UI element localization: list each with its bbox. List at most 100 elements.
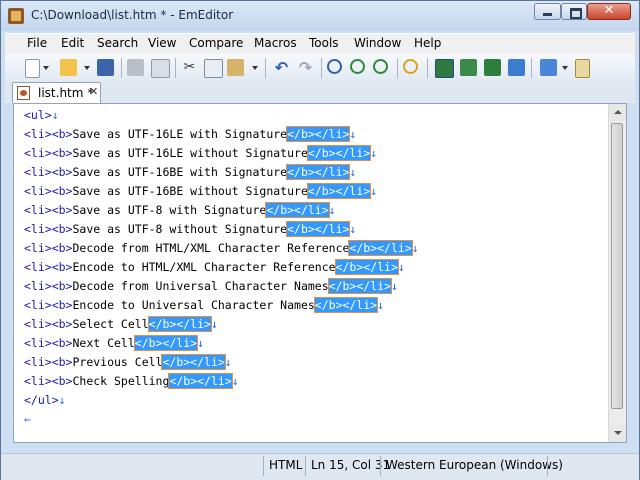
menu-tools[interactable]: Tools [309, 36, 339, 50]
selected-suffix: </b></li> [306, 145, 372, 161]
print-icon[interactable] [127, 59, 144, 76]
toolbar-separator [265, 58, 266, 78]
open-dropdown-icon[interactable] [84, 66, 90, 70]
menu-help[interactable]: Help [414, 36, 441, 50]
cut-icon[interactable]: ✂ [181, 59, 198, 76]
paste-dropdown-icon[interactable] [252, 66, 258, 70]
new-file-icon[interactable] [25, 59, 40, 78]
status-syntax[interactable]: HTML [269, 458, 302, 472]
paste-icon[interactable] [227, 59, 244, 76]
newline-mark: ↓ [58, 393, 66, 407]
close-tab-icon[interactable]: ✕ [89, 85, 98, 98]
app-icon[interactable] [8, 8, 24, 24]
selected-suffix: </b></li> [306, 183, 372, 199]
status-separator [380, 456, 381, 476]
customize-icon[interactable] [540, 59, 557, 76]
find-icon[interactable] [327, 59, 342, 74]
line-prefix: <li><b> [24, 203, 73, 217]
newline-mark: ↓ [390, 279, 398, 293]
menu-view[interactable]: View [148, 36, 176, 50]
newline-mark: ↓ [397, 260, 405, 274]
maximize-button[interactable] [561, 3, 587, 20]
newline-mark: ↓ [349, 222, 357, 236]
tab-bar: list.htm * ✕ [5, 82, 635, 103]
full-screen-icon[interactable] [508, 59, 525, 76]
editor-line[interactable]: <li><b>Save as UTF-16BE with Signature</… [24, 163, 419, 182]
properties-icon[interactable] [575, 59, 590, 78]
undo-icon[interactable]: ↶ [273, 59, 290, 76]
copy-icon[interactable] [204, 59, 223, 78]
close-button[interactable]: ✕ [587, 3, 631, 20]
find-previous-icon[interactable] [373, 59, 388, 74]
editor-line[interactable]: </ul>↓ [24, 391, 419, 410]
redo-icon[interactable]: ↷ [297, 59, 314, 76]
wrap-by-window-icon[interactable] [460, 59, 477, 76]
editor-line[interactable]: <li><b>Save as UTF-16LE without Signatur… [24, 144, 419, 163]
line-prefix: <li><b> [24, 222, 73, 236]
selected-suffix: </b></li> [133, 335, 199, 351]
newline-mark: ↓ [51, 108, 59, 122]
editor-line[interactable]: <li><b>Save as UTF-16BE without Signatur… [24, 182, 419, 201]
status-position[interactable]: Ln 15, Col 31 [311, 458, 390, 472]
word-wrap-icon[interactable] [435, 59, 454, 78]
editor-line[interactable]: <li><b>Next Cell</b></li>↓ [24, 334, 419, 353]
menu-file[interactable]: File [27, 36, 47, 50]
scrollbar-thumb[interactable] [611, 123, 623, 409]
customize-dropdown-icon[interactable] [562, 66, 568, 70]
menu-search[interactable]: Search [97, 36, 138, 50]
save-icon[interactable] [97, 59, 114, 76]
status-bar: HTML Ln 15, Col 31 Western European (Win… [1, 453, 639, 480]
menu-macros[interactable]: Macros [254, 36, 297, 50]
toolbar-separator [121, 58, 122, 78]
new-dropdown-icon[interactable] [43, 66, 49, 70]
html-file-icon [17, 86, 30, 100]
editor-line[interactable]: <li><b>Select Cell</b></li>↓ [24, 315, 419, 334]
toolbar-separator [427, 58, 428, 78]
wrap-by-page-icon[interactable] [484, 59, 501, 76]
newline-mark: ↓ [370, 184, 378, 198]
highlight-search-icon[interactable] [403, 59, 418, 74]
line-prefix: <li><b> [24, 127, 73, 141]
scroll-down-icon[interactable] [609, 425, 626, 442]
editor-line[interactable]: <li><b>Previous Cell</b></li>↓ [24, 353, 419, 372]
minimize-button[interactable] [534, 3, 561, 20]
print-preview-icon[interactable] [151, 59, 170, 78]
line-text: Select Cell [72, 317, 149, 331]
editor-line[interactable]: <ul>↓ [24, 106, 419, 125]
editor-line[interactable]: <li><b>Encode to HTML/XML Character Refe… [24, 258, 419, 277]
toolbar-separator [531, 58, 532, 78]
line-prefix: <li><b> [24, 241, 73, 255]
line-text: Save as UTF-16BE with Signature [72, 165, 288, 179]
editor-line[interactable]: ← [24, 410, 419, 429]
selected-suffix: </b></li> [168, 373, 233, 389]
toolbar-separator [397, 58, 398, 78]
line-prefix: <li><b> [24, 260, 73, 274]
status-encoding[interactable]: Western European (Windows) [386, 458, 563, 472]
editor-lines[interactable]: <ul>↓ <li><b>Save as UTF-16LE with Signat… [24, 106, 419, 429]
title-bar[interactable]: C:\Download\list.htm * - EmEditor ✕ [1, 1, 639, 31]
editor-line[interactable]: <li><b>Decode from HTML/XML Character Re… [24, 239, 419, 258]
newline-mark: ↓ [210, 317, 218, 331]
close-tag: </ul> [24, 393, 59, 407]
editor-line[interactable]: <li><b>Encode to Universal Character Nam… [24, 296, 419, 315]
text-editor[interactable]: <ul>↓ <li><b>Save as UTF-16LE with Signat… [13, 103, 627, 443]
editor-line[interactable]: <li><b>Save as UTF-8 without Signature</… [24, 220, 419, 239]
editor-line[interactable]: <li><b>Decode from Universal Character N… [24, 277, 419, 296]
open-folder-icon[interactable] [60, 59, 77, 76]
selected-suffix: </b></li> [147, 316, 212, 332]
menu-edit[interactable]: Edit [61, 36, 84, 50]
menu-compare[interactable]: Compare [189, 36, 243, 50]
editor-line[interactable]: <li><b>Save as UTF-16LE with Signature</… [24, 125, 419, 144]
newline-mark: ↓ [370, 146, 378, 160]
find-next-icon[interactable] [350, 59, 365, 74]
scroll-up-icon[interactable] [609, 104, 626, 121]
editor-line[interactable]: <li><b>Check Spelling</b></li>↓ [24, 372, 419, 391]
line-prefix: <li><b> [24, 374, 73, 388]
tab-list-htm[interactable]: list.htm * ✕ [12, 82, 101, 103]
vertical-scrollbar[interactable] [608, 104, 626, 442]
menu-window[interactable]: Window [354, 36, 401, 50]
line-text: Check Spelling [72, 374, 170, 388]
line-prefix: <li><b> [24, 317, 73, 331]
status-separator [547, 456, 548, 476]
editor-line[interactable]: <li><b>Save as UTF-8 with Signature</b><… [24, 201, 419, 220]
